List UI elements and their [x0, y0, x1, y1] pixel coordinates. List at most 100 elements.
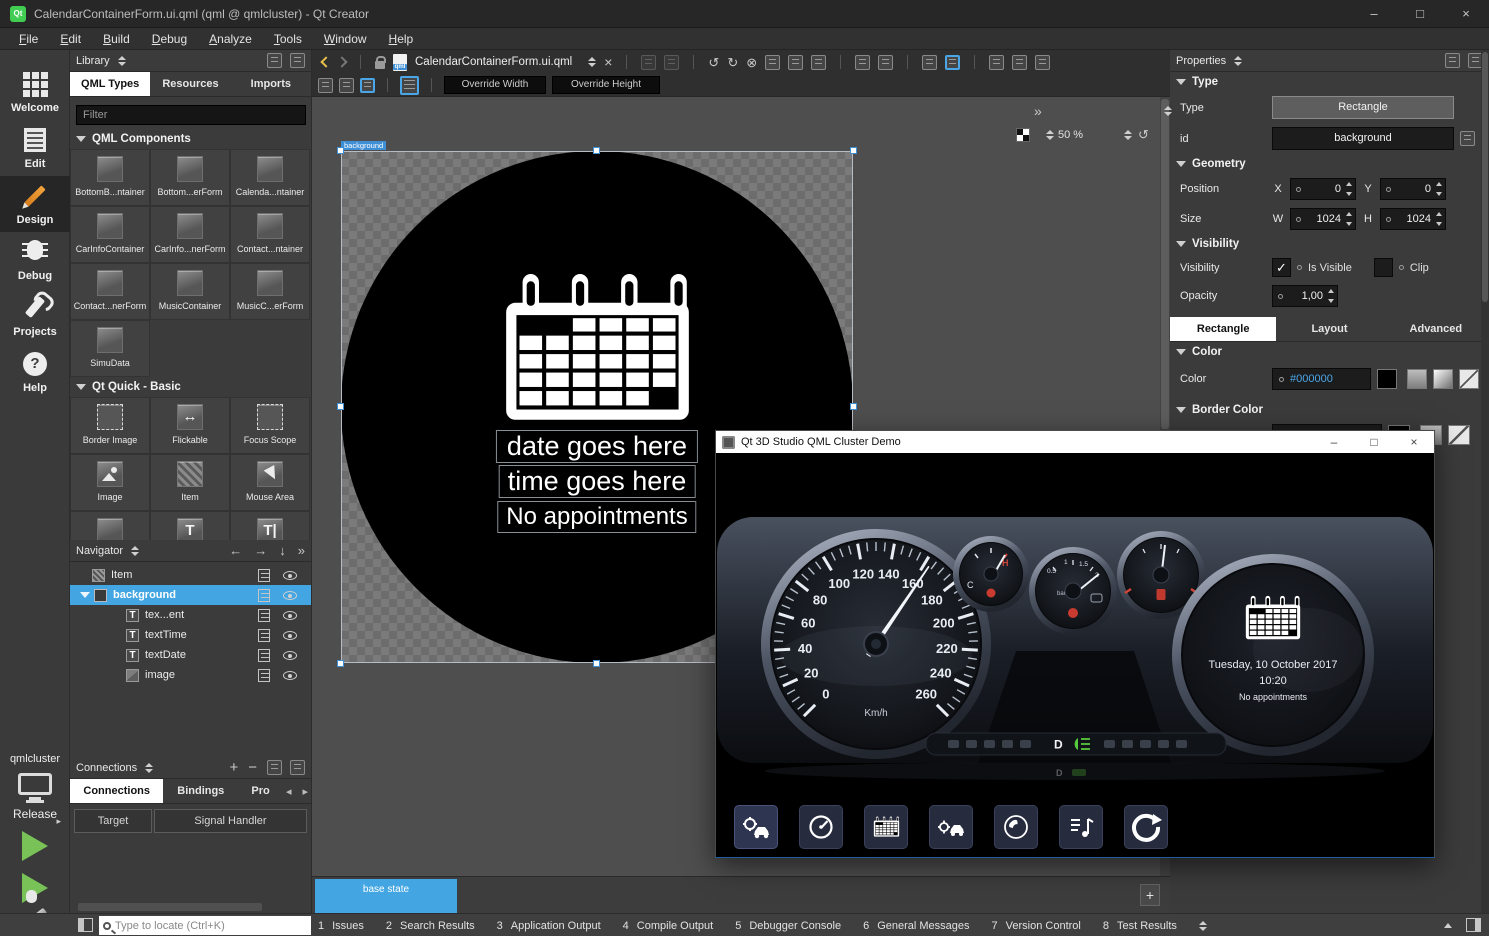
kit-selector-icon[interactable] — [18, 773, 52, 795]
export-toggle-icon[interactable] — [258, 649, 270, 662]
toolbar-combo-icon[interactable] — [1164, 106, 1172, 116]
component-item[interactable]: Bottom...erForm — [150, 149, 230, 206]
component-item[interactable]: T| — [230, 511, 310, 540]
tab-rectangle[interactable]: Rectangle — [1170, 317, 1276, 341]
section-qt-quick-basic[interactable]: Qt Quick - Basic — [70, 377, 311, 397]
component-item[interactable]: Image — [70, 454, 150, 511]
export-toggle-icon[interactable] — [258, 569, 270, 582]
library-filter-input[interactable] — [76, 105, 306, 125]
menu-build[interactable]: Build — [92, 28, 141, 50]
phone-button[interactable] — [994, 805, 1038, 849]
cluster-window-titlebar[interactable]: Qt 3D Studio QML Cluster Demo – □ × — [716, 431, 1434, 453]
base-state-tab[interactable]: base state — [315, 879, 457, 913]
pane-debugger-console[interactable]: 5Debugger Console — [735, 920, 841, 932]
calendar-icon[interactable] — [500, 272, 695, 428]
mode-debug[interactable]: Debug — [0, 232, 70, 288]
pane-issues[interactable]: 1Issues — [318, 920, 364, 932]
cluster-demo-window[interactable]: Qt 3D Studio QML Cluster Demo – □ × — [715, 430, 1435, 858]
expand-arrow-icon[interactable] — [80, 592, 90, 598]
export-toggle-icon[interactable] — [258, 589, 270, 602]
mode-welcome[interactable]: Welcome — [0, 64, 70, 120]
visibility-eye-icon[interactable] — [283, 631, 297, 640]
no-snapping-icon[interactable] — [318, 78, 333, 93]
locator[interactable] — [99, 916, 311, 935]
section-type[interactable]: Type — [1170, 72, 1489, 92]
zoom-step-combo-icon[interactable] — [1046, 130, 1054, 140]
x-spinbox[interactable]: 0 — [1290, 178, 1356, 200]
navigator-row-image[interactable]: image — [70, 665, 311, 685]
border-transparent-button[interactable] — [1448, 425, 1470, 445]
component-item[interactable]: Contact...ntainer — [230, 206, 310, 263]
properties-scrollbar[interactable] — [1481, 50, 1489, 913]
component-item[interactable] — [70, 511, 150, 540]
library-pane-combo-icon[interactable] — [118, 56, 126, 66]
binding-dot-icon[interactable] — [1279, 377, 1284, 382]
tab-connections[interactable]: Connections — [70, 779, 163, 803]
solid-color-button[interactable] — [1407, 369, 1427, 389]
paste-icon[interactable] — [811, 55, 826, 70]
tab-scroll-right-icon[interactable]: ▸ — [302, 785, 308, 798]
split-pane-icon[interactable] — [1445, 53, 1460, 68]
component-item[interactable]: BottomB...ntainer — [70, 149, 150, 206]
split-pane-icon[interactable] — [267, 53, 282, 68]
export-toggle-icon[interactable] — [258, 609, 270, 622]
mode-design[interactable]: Design — [0, 176, 70, 232]
cluster-maximize-button[interactable]: □ — [1354, 431, 1394, 453]
visibility-eye-icon[interactable] — [283, 571, 297, 580]
show-canvas-bounds-icon[interactable] — [400, 76, 419, 95]
alias-export-icon[interactable] — [1460, 131, 1475, 146]
visibility-eye-icon[interactable] — [283, 591, 297, 600]
is-visible-checkbox[interactable]: ✓ — [1272, 258, 1291, 277]
menu-analyze[interactable]: Analyze — [198, 28, 263, 50]
section-qml-components[interactable]: QML Components — [70, 129, 311, 149]
redo-icon[interactable]: ↻ — [727, 55, 738, 70]
view-columns-icon[interactable] — [989, 55, 1004, 70]
undo-icon[interactable]: ↺ — [708, 55, 719, 70]
color-value-field[interactable]: #000000 — [1272, 368, 1371, 390]
dashboard-button[interactable] — [799, 805, 843, 849]
component-item[interactable]: MusicC...erForm — [230, 263, 310, 320]
resize-handle[interactable] — [850, 147, 857, 154]
close-pane-icon[interactable] — [290, 53, 305, 68]
locator-input[interactable] — [115, 920, 285, 932]
menu-debug[interactable]: Debug — [141, 28, 198, 50]
component-item[interactable]: CarInfo...nerForm — [150, 206, 230, 263]
cut-icon[interactable] — [765, 55, 780, 70]
more-actions-icon[interactable]: » — [298, 543, 305, 558]
tab-advanced[interactable]: Advanced — [1383, 317, 1489, 341]
refresh-button[interactable] — [1124, 805, 1168, 849]
close-pane-icon[interactable] — [290, 760, 305, 775]
move-right-icon[interactable]: → — [254, 543, 267, 558]
signal-handler-column-header[interactable]: Signal Handler — [154, 809, 307, 833]
tab-imports[interactable]: Imports — [231, 72, 311, 96]
visibility-eye-icon[interactable] — [283, 671, 297, 680]
time-text-element[interactable]: time goes here — [499, 465, 696, 498]
add-state-button[interactable]: + — [1140, 884, 1160, 906]
tab-layout[interactable]: Layout — [1276, 317, 1382, 341]
opacity-spinbox[interactable]: 1,00 — [1272, 285, 1338, 307]
navigator-row-textdate[interactable]: T textDate — [70, 645, 311, 665]
mode-help[interactable]: ? Help — [0, 344, 70, 400]
section-border-color[interactable]: Border Color — [1170, 400, 1489, 420]
override-height-field[interactable]: Override Height — [552, 76, 660, 94]
view-rows-icon[interactable] — [1012, 55, 1027, 70]
snapping-and-anchoring-icon[interactable] — [339, 78, 354, 93]
calendar-button[interactable] — [864, 805, 908, 849]
move-down-icon[interactable]: ↓ — [279, 543, 286, 558]
resize-handle[interactable] — [337, 403, 344, 410]
tab-scroll-left-icon[interactable]: ◂ — [286, 785, 292, 798]
lock-icon[interactable] — [375, 61, 385, 69]
document-name[interactable]: CalendarContainerForm.ui.qml — [415, 56, 572, 68]
appointments-text-element[interactable]: No appointments — [497, 501, 696, 533]
menu-window[interactable]: Window — [313, 28, 378, 50]
tab-qml-types[interactable]: QML Types — [70, 72, 150, 96]
build-config-label[interactable]: Release — [0, 807, 70, 821]
car-settings-button[interactable] — [734, 805, 778, 849]
component-item[interactable]: Mouse Area — [230, 454, 310, 511]
cluster-close-button[interactable]: × — [1394, 431, 1434, 453]
tab-bindings[interactable]: Bindings — [163, 779, 238, 803]
resize-handle[interactable] — [593, 660, 600, 667]
copy-icon[interactable] — [788, 55, 803, 70]
connections-scrollbar[interactable] — [78, 903, 262, 911]
cluster-minimize-button[interactable]: – — [1314, 431, 1354, 453]
